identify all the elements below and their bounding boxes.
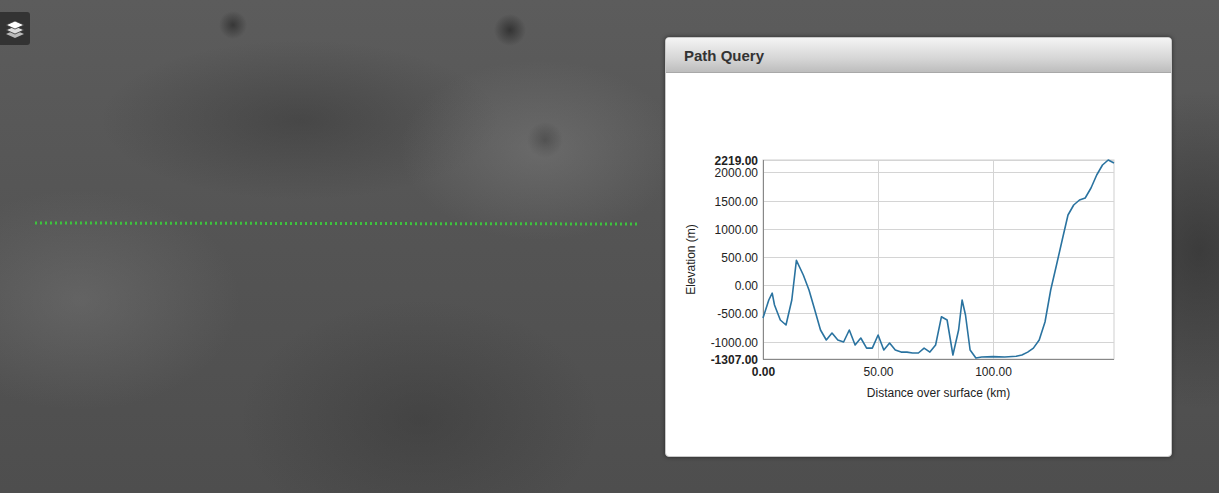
grid-line	[763, 342, 1114, 343]
lunar-map[interactable]: Path Query 2219.002000.001500.001000.005…	[0, 0, 1219, 493]
x-axis-title: Distance over surface (km)	[867, 386, 1010, 400]
y-tick-label: 500.00	[721, 251, 758, 265]
panel-title: Path Query	[684, 47, 764, 64]
y-axis-title: Elevation (m)	[684, 224, 698, 295]
path-query-panel[interactable]: Path Query 2219.002000.001500.001000.005…	[665, 37, 1172, 457]
y-tick-label: 2000.00	[715, 166, 759, 180]
grid-line	[763, 160, 764, 359]
grid-line	[763, 201, 1114, 202]
grid-line	[763, 172, 1114, 173]
panel-body: 2219.002000.001500.001000.00500.000.00-5…	[666, 73, 1171, 456]
grid-line	[763, 285, 1114, 286]
grid-line	[763, 257, 1114, 258]
y-axis	[763, 160, 764, 359]
y-tick-label: 1000.00	[715, 223, 759, 237]
x-tick-label: 100.00	[975, 365, 1012, 379]
grid-line	[763, 160, 1114, 161]
y-tick-label: -1000.00	[711, 336, 759, 350]
y-tick-label: 0.00	[735, 279, 759, 293]
y-tick-label: 1500.00	[715, 195, 759, 209]
grid-line	[993, 160, 994, 359]
panel-header[interactable]: Path Query	[666, 38, 1171, 73]
grid-line	[763, 359, 1114, 360]
x-axis	[763, 359, 1114, 360]
layers-icon	[5, 18, 25, 40]
y-tick-label: -500.00	[717, 307, 758, 321]
plot-area	[763, 160, 1114, 359]
elevation-chart: 2219.002000.001500.001000.00500.000.00-5…	[666, 73, 1171, 456]
x-tick-label: 0.00	[752, 365, 776, 379]
elevation-line	[763, 160, 1114, 358]
grid-line	[763, 229, 1114, 230]
grid-line	[878, 160, 879, 359]
layers-button[interactable]	[0, 12, 30, 45]
x-tick-label: 50.00	[863, 365, 893, 379]
